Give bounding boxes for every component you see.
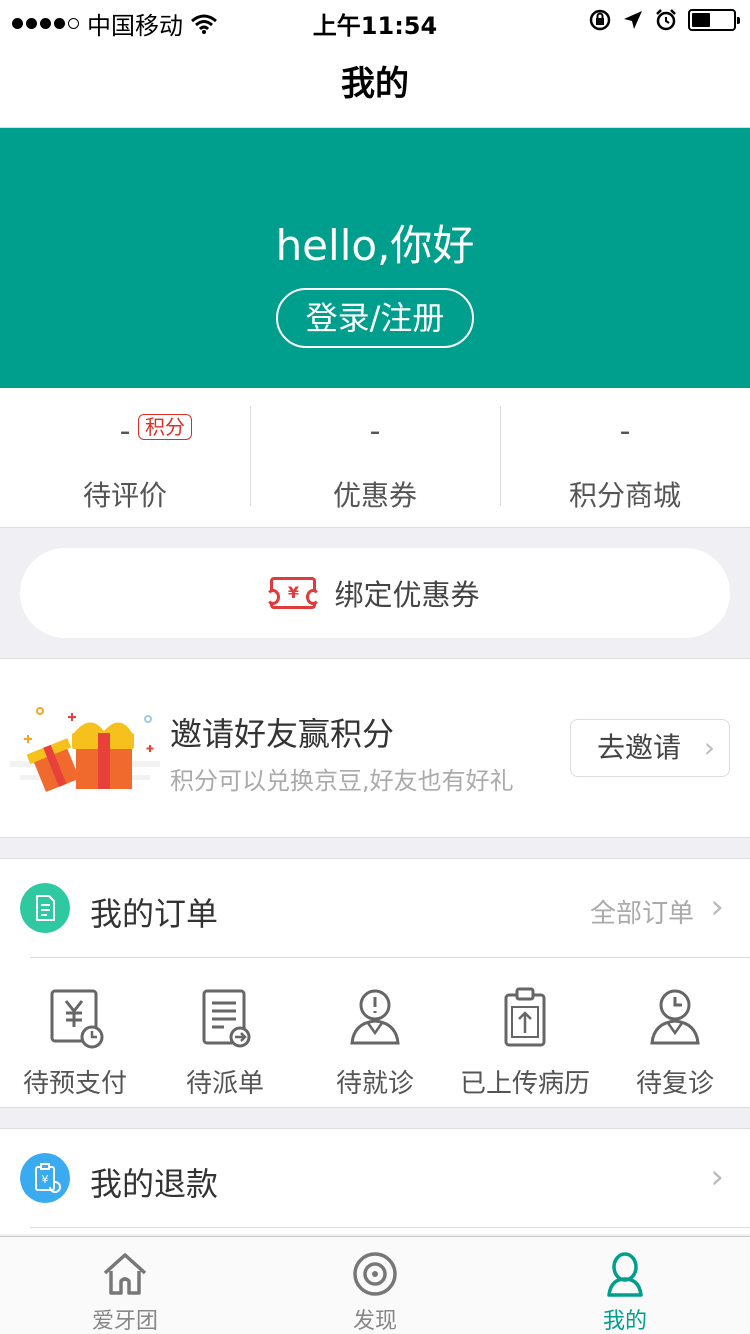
stat-pending-review[interactable]: - 积分 待评价 <box>0 388 250 527</box>
order-pending-visit[interactable]: 待就诊 <box>300 979 450 1099</box>
yen-clock-icon <box>50 989 104 1049</box>
chevron-right-icon: › <box>710 887 724 927</box>
rotation-lock-icon <box>589 9 611 31</box>
my-refunds-section: ¥ 我的退款 › <box>0 1128 750 1234</box>
discover-icon <box>353 1252 397 1296</box>
stats-row: - 积分 待评价 - 优惠券 - 积分商城 <box>0 388 750 528</box>
stat-label: 积分商城 <box>568 479 681 512</box>
battery-icon <box>688 9 740 31</box>
order-status-label: 待就诊 <box>335 1069 414 1099</box>
gift-box-icon <box>10 707 160 793</box>
my-refunds-title: 我的退款 <box>90 1165 219 1203</box>
divider <box>30 1227 750 1228</box>
person-icon <box>607 1252 643 1297</box>
order-document-icon <box>20 883 70 933</box>
tab-discover[interactable]: 发现 <box>250 1237 500 1334</box>
invite-subtitle: 积分可以兑换京豆,好友也有好礼 <box>170 767 514 795</box>
tab-label: 发现 <box>352 1309 397 1334</box>
status-bar: 中国移动 上午11:54 <box>0 0 750 40</box>
order-status-label: 待复诊 <box>635 1069 714 1099</box>
document-arrow-icon <box>202 989 251 1048</box>
person-clock-icon <box>650 989 700 1045</box>
points-badge: 积分 <box>138 414 192 440</box>
order-pending-dispatch[interactable]: 待派单 <box>150 979 300 1099</box>
my-refunds-header[interactable]: ¥ 我的退款 › <box>0 1129 750 1229</box>
tab-bar: 爱牙团 发现 我的 <box>0 1236 750 1334</box>
stat-label: 待评价 <box>82 479 167 512</box>
chevron-right-icon: › <box>703 731 715 764</box>
login-register-button[interactable]: 登录/注册 <box>276 288 474 348</box>
divider <box>30 957 750 958</box>
tab-label: 我的 <box>602 1309 647 1334</box>
tab-aiyatuan[interactable]: 爱牙团 <box>0 1237 250 1334</box>
person-alert-icon <box>350 989 400 1045</box>
order-status-row: 待预支付 待派单 待就诊 已上传病历 待复诊 <box>0 979 750 1099</box>
status-right <box>588 8 740 32</box>
stat-value: - <box>119 414 131 449</box>
go-invite-button[interactable]: 去邀请 › <box>570 719 730 777</box>
greeting-text: hello,你好 <box>275 221 475 270</box>
order-pending-prepay[interactable]: 待预支付 <box>0 979 150 1099</box>
invite-banner: 邀请好友赢积分 积分可以兑换京豆,好友也有好礼 去邀请 › <box>0 658 750 838</box>
stat-value: - <box>369 414 381 449</box>
all-orders-link[interactable]: 全部订单 <box>590 893 694 930</box>
bind-coupon-label: 绑定优惠券 <box>334 578 480 612</box>
stat-points-mall[interactable]: - 积分商城 <box>500 388 750 527</box>
my-orders-section: 我的订单 全部订单 › 待预支付 待派单 待就诊 已上传病历 待复诊 <box>0 858 750 1108</box>
alarm-icon <box>656 9 676 31</box>
stat-value: - <box>619 414 631 449</box>
order-status-label: 待派单 <box>185 1069 264 1099</box>
profile-header: hello,你好 登录/注册 <box>0 128 750 388</box>
location-arrow-icon <box>624 11 642 29</box>
page-title: 我的 <box>341 64 409 104</box>
coupon-ticket-icon: ¥ <box>266 577 321 609</box>
my-orders-title: 我的订单 <box>90 895 219 933</box>
my-orders-header[interactable]: 我的订单 全部订单 › <box>0 859 750 959</box>
stat-label: 优惠券 <box>332 479 417 512</box>
bind-coupon-button[interactable]: ¥ 绑定优惠券 <box>20 548 730 638</box>
go-invite-label: 去邀请 <box>597 731 682 764</box>
invite-title: 邀请好友赢积分 <box>170 715 395 753</box>
tab-label: 爱牙团 <box>91 1309 158 1334</box>
order-status-label: 已上传病历 <box>459 1069 590 1099</box>
svg-text:¥: ¥ <box>42 1173 49 1186</box>
order-record-uploaded[interactable]: 已上传病历 <box>450 979 600 1099</box>
home-tooth-icon <box>103 1253 147 1295</box>
stat-coupons[interactable]: - 优惠券 <box>250 388 500 527</box>
refund-clipboard-icon: ¥ <box>20 1153 70 1203</box>
clipboard-upload-icon <box>504 987 546 1047</box>
order-pending-followup[interactable]: 待复诊 <box>600 979 750 1099</box>
chevron-right-icon: › <box>710 1157 724 1197</box>
tab-mine[interactable]: 我的 <box>500 1237 750 1334</box>
nav-bar: 我的 <box>0 40 750 128</box>
order-status-label: 待预支付 <box>22 1069 127 1099</box>
